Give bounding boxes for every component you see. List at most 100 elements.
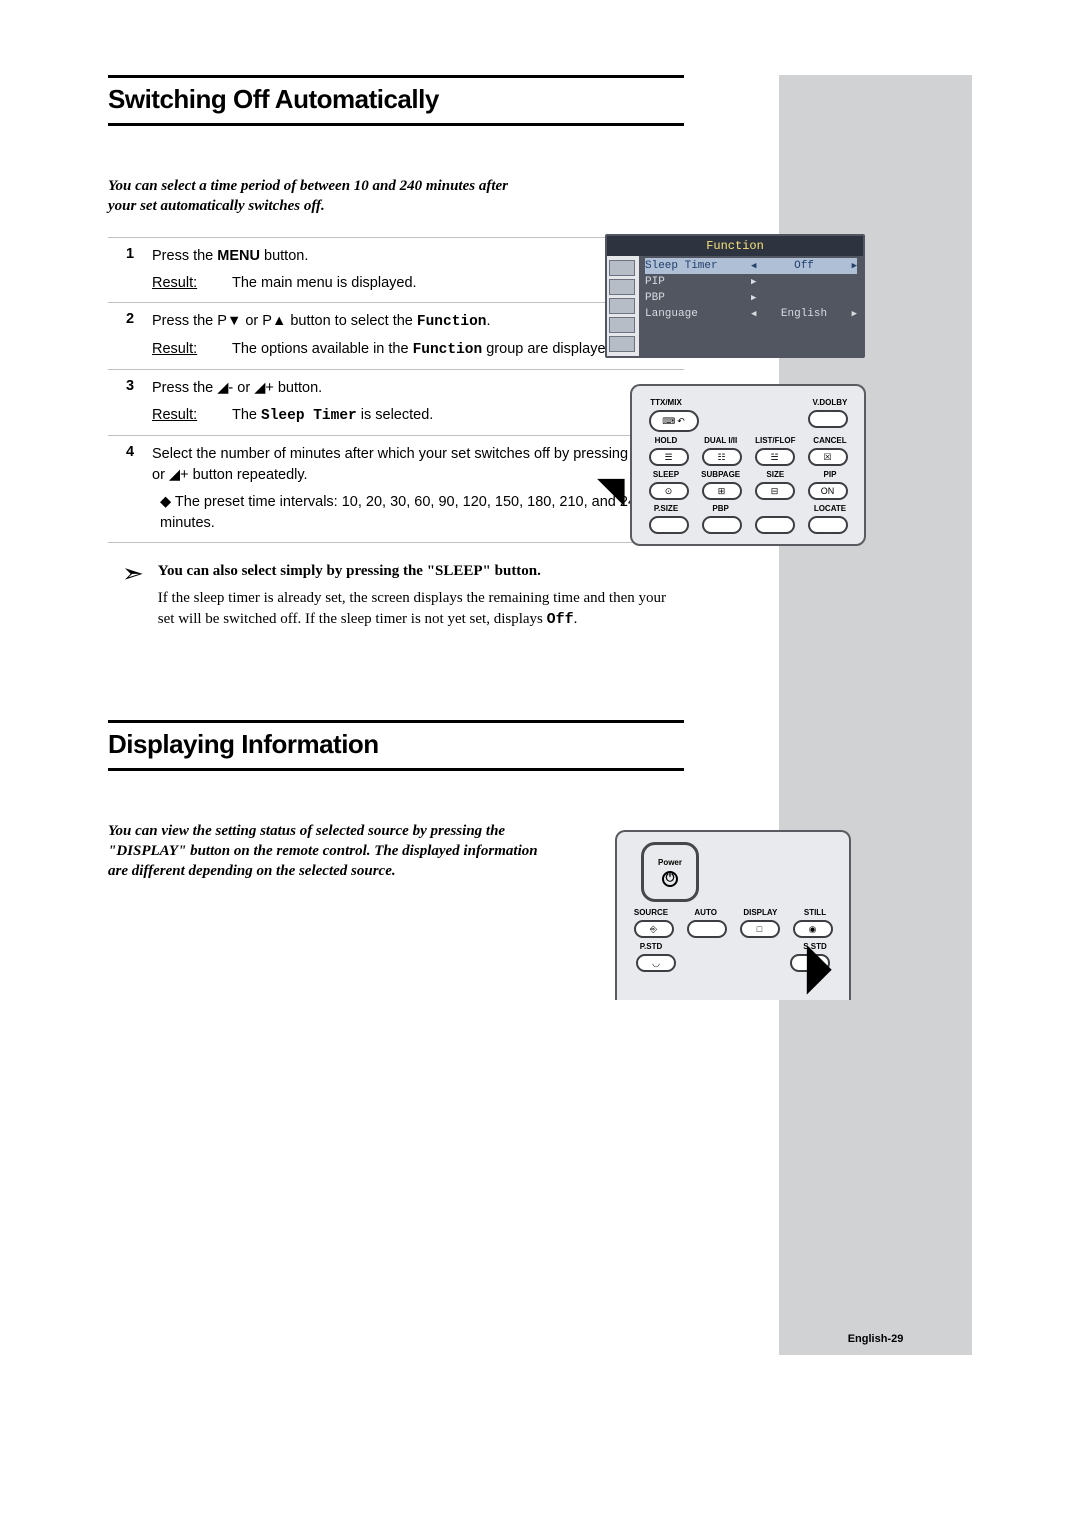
osd-category-icon bbox=[609, 298, 635, 314]
btn-label: SIZE bbox=[751, 470, 799, 479]
t: . bbox=[574, 611, 578, 627]
lead-line: You can select a time period of between … bbox=[108, 178, 508, 194]
btn-label: STILL bbox=[791, 908, 839, 917]
lead-line: are different depending on the selected … bbox=[108, 863, 396, 879]
osd-row-pbp[interactable]: PBP ▶ bbox=[645, 290, 857, 306]
locate-button[interactable] bbox=[808, 516, 848, 534]
step-number: 2 bbox=[108, 311, 152, 361]
still-button[interactable]: ◉ bbox=[793, 920, 833, 938]
t: button repeatedly. bbox=[189, 467, 308, 483]
vol-minus-icon: ◢- bbox=[217, 380, 233, 396]
section-title: Displaying Information bbox=[108, 729, 684, 760]
tip-heading: You can also select simply by pressing t… bbox=[158, 561, 684, 582]
right-arrow-icon: ▶ bbox=[751, 277, 756, 287]
btn-label: SUBPAGE bbox=[697, 470, 745, 479]
up-triangle-icon: ▲ bbox=[272, 313, 286, 329]
hold-button[interactable]: ☰ bbox=[649, 448, 689, 466]
btn-label: CANCEL bbox=[806, 436, 854, 445]
remote-control-section: ◥ TTX/MIX V.DOLBY ⌨ ↶ HOLD DUAL I/II LIS… bbox=[597, 384, 877, 546]
mix-icon: ↶ bbox=[677, 416, 685, 427]
step: 2 Press the P▼ or P▲ button to select th… bbox=[108, 302, 684, 369]
btn-label: V.DOLBY bbox=[806, 398, 854, 407]
t: Select the number of minutes after which… bbox=[152, 446, 656, 462]
osd-value: English bbox=[762, 308, 845, 320]
t: Sleep Timer bbox=[261, 408, 357, 424]
btn-label: P.SIZE bbox=[642, 504, 690, 513]
t: or P bbox=[241, 313, 272, 329]
btn-label: PBP bbox=[697, 504, 745, 513]
osd-label: Sleep Timer bbox=[645, 260, 745, 272]
t: MENU bbox=[217, 248, 260, 264]
osd-menu: Function Sleep Timer ◀ Off ▶ PIP ▶ PBP ▶ bbox=[605, 234, 865, 358]
btn-label: P.STD bbox=[627, 942, 675, 951]
t: button to select the bbox=[286, 313, 417, 329]
t: Function bbox=[413, 342, 483, 358]
pbp-button[interactable] bbox=[702, 516, 742, 534]
osd-rows: Sleep Timer ◀ Off ▶ PIP ▶ PBP ▶ Language… bbox=[639, 256, 863, 356]
dual-button[interactable]: ☷ bbox=[702, 448, 742, 466]
left-arrow-icon: ◀ bbox=[751, 261, 756, 271]
tip-block: ➣ You can also select simply by pressing… bbox=[108, 561, 684, 630]
display-button[interactable]: □ bbox=[740, 920, 780, 938]
v-dolby-button[interactable] bbox=[808, 410, 848, 428]
result-label: Result: bbox=[152, 339, 232, 361]
power-label: Power bbox=[658, 858, 682, 867]
t: Off bbox=[547, 611, 574, 628]
section-title: Switching Off Automatically bbox=[108, 84, 684, 115]
indicator-arrow-icon: ◥ bbox=[597, 472, 625, 508]
osd-icon-column bbox=[607, 256, 639, 356]
osd-row-pip[interactable]: PIP ▶ bbox=[645, 274, 857, 290]
t: is selected. bbox=[357, 407, 434, 423]
ttx-mix-button[interactable]: ⌨ ↶ bbox=[649, 410, 699, 432]
subpage-button[interactable]: ⊞ bbox=[702, 482, 742, 500]
t: The preset time intervals: 10, 20, 30, 6… bbox=[160, 494, 644, 531]
t: If the sleep timer is already set, the s… bbox=[158, 590, 666, 627]
p-std-button[interactable]: ◡ bbox=[636, 954, 676, 972]
t: button. bbox=[274, 380, 322, 396]
pip-on-button[interactable]: ON bbox=[808, 482, 848, 500]
left-arrow-icon: ◀ bbox=[751, 309, 756, 319]
vol-plus-icon: ◢+ bbox=[254, 380, 274, 396]
osd-category-icon bbox=[609, 260, 635, 276]
auto-button[interactable] bbox=[687, 920, 727, 938]
lead-text: You can view the setting status of selec… bbox=[108, 821, 648, 882]
blank-button[interactable] bbox=[755, 516, 795, 534]
remote-control-top: Power ⏻ SOURCE AUTO DISPLAY STILL ⎆ □ ◉ … bbox=[615, 830, 851, 1000]
osd-row-sleep-timer[interactable]: Sleep Timer ◀ Off ▶ bbox=[645, 258, 857, 274]
pointer-icon: ➣ bbox=[122, 561, 144, 630]
p-size-button[interactable] bbox=[649, 516, 689, 534]
sleep-button[interactable]: ⊙ bbox=[649, 482, 689, 500]
lead-line: "DISPLAY" button on the remote control. … bbox=[108, 843, 538, 859]
cancel-button[interactable]: ☒ bbox=[808, 448, 848, 466]
teletext-icon: ⌨ bbox=[662, 416, 675, 427]
osd-label: Language bbox=[645, 308, 745, 320]
t: Press the bbox=[152, 248, 217, 264]
btn-label: LIST/FLOF bbox=[751, 436, 799, 445]
t: or bbox=[152, 467, 169, 483]
osd-label: PIP bbox=[645, 276, 745, 288]
result-label: Result: bbox=[152, 273, 232, 294]
tip-body: You can also select simply by pressing t… bbox=[158, 561, 684, 630]
osd-row-language[interactable]: Language ◀ English ▶ bbox=[645, 306, 857, 322]
step-number: 4 bbox=[108, 444, 152, 534]
t: or bbox=[233, 380, 254, 396]
list-flof-button[interactable]: ☱ bbox=[755, 448, 795, 466]
size-button[interactable]: ⊟ bbox=[755, 482, 795, 500]
btn-label: PIP bbox=[806, 470, 854, 479]
step: 1 Press the MENU button. Result: The mai… bbox=[108, 237, 684, 302]
t: Press the bbox=[152, 380, 217, 396]
right-arrow-icon: ▶ bbox=[852, 309, 857, 319]
lead-text: You can select a time period of between … bbox=[108, 176, 648, 217]
down-triangle-icon: ▼ bbox=[227, 313, 241, 329]
right-arrow-icon: ▶ bbox=[852, 261, 857, 271]
t: The options available in the bbox=[232, 341, 413, 357]
step-number: 1 bbox=[108, 246, 152, 294]
t: button. bbox=[260, 248, 308, 264]
source-button[interactable]: ⎆ bbox=[634, 920, 674, 938]
power-icon[interactable]: ⏻ bbox=[662, 871, 678, 887]
osd-category-icon bbox=[609, 336, 635, 352]
osd-label: PBP bbox=[645, 292, 745, 304]
tip-text: If the sleep timer is already set, the s… bbox=[158, 588, 684, 630]
result-label: Result: bbox=[152, 405, 232, 427]
power-area: Power ⏻ bbox=[641, 842, 699, 902]
